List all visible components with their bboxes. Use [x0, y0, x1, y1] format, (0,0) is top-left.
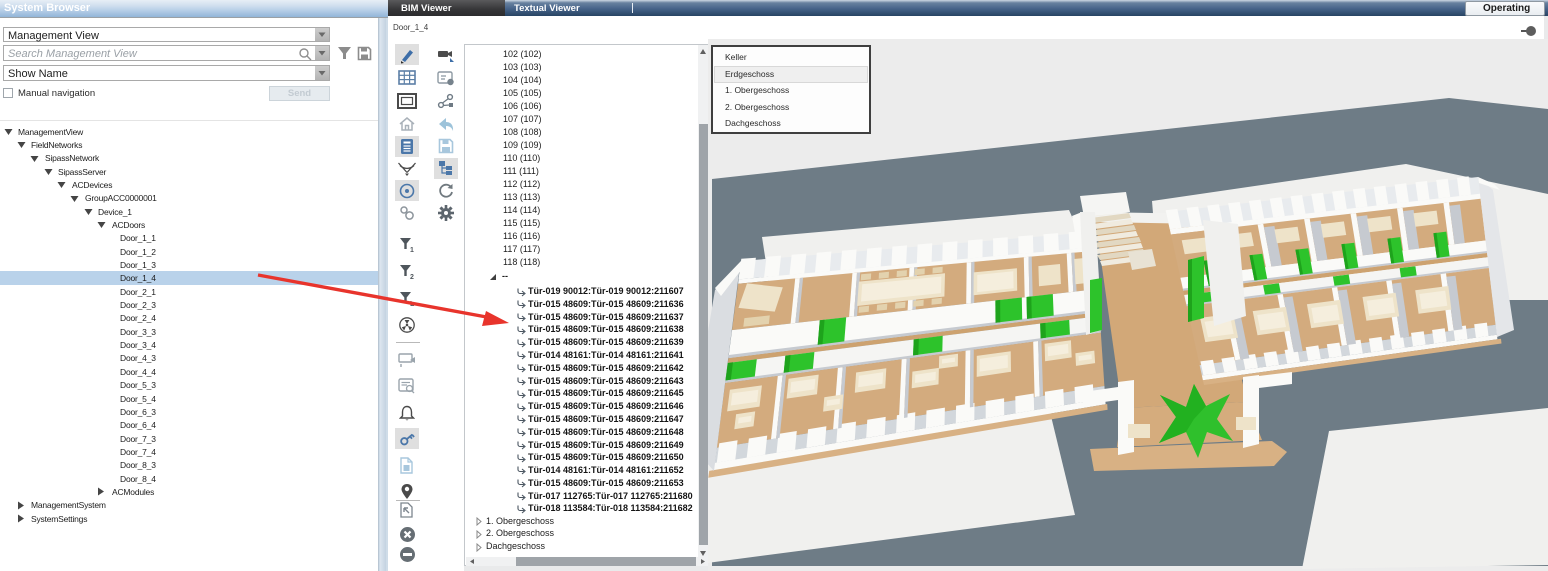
svg-text:1: 1 [410, 247, 414, 253]
